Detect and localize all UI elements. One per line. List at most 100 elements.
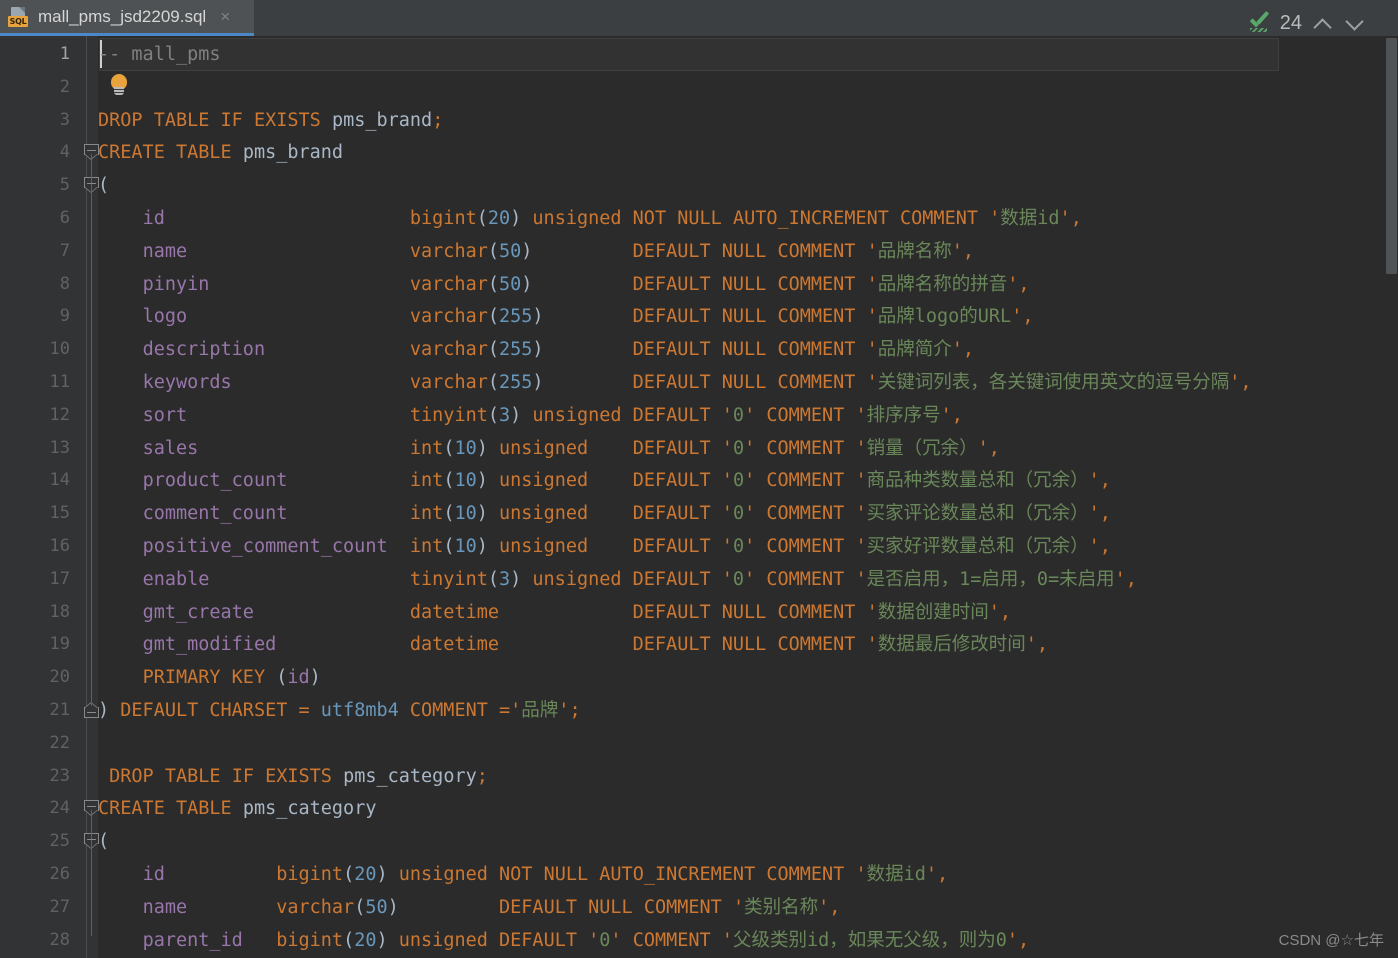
fold-region-line — [91, 154, 92, 706]
line-number[interactable]: 20 — [0, 661, 70, 694]
line-number[interactable]: 17 — [0, 563, 70, 596]
editor-line[interactable]: 16 positive_comment_count int(10) unsign… — [0, 530, 1398, 563]
line-number[interactable]: 26 — [0, 858, 70, 891]
editor-line[interactable]: 2 — [0, 71, 1398, 104]
line-number[interactable]: 3 — [0, 104, 70, 137]
editor-line[interactable]: 5( — [0, 169, 1398, 202]
editor-line[interactable]: 25 ( — [0, 825, 1398, 858]
editor-line[interactable]: 11 keywords varchar(255) DEFAULT NULL CO… — [0, 366, 1398, 399]
editor-line[interactable]: 6 id bigint(20) unsigned NOT NULL AUTO_I… — [0, 202, 1398, 235]
code-line-text[interactable]: gmt_create datetime DEFAULT NULL COMMENT… — [98, 596, 1011, 629]
line-number[interactable]: 9 — [0, 300, 70, 333]
line-number[interactable]: 28 — [0, 924, 70, 957]
code-editor[interactable]: 1 -- mall_pms 2 3 DROP TABLE IF EXISTS pms_b… — [0, 36, 1398, 958]
line-number[interactable]: 18 — [0, 596, 70, 629]
inspection-status-widget[interactable]: 24 — [1248, 6, 1366, 40]
code-line-text[interactable]: product_count int(10) unsigned DEFAULT '… — [98, 464, 1111, 497]
watermark: CSDN @☆七年 — [1278, 932, 1384, 949]
line-number[interactable]: 11 — [0, 366, 70, 399]
line-number[interactable]: 19 — [0, 628, 70, 661]
previous-problem-icon[interactable] — [1312, 12, 1334, 34]
line-number[interactable]: 23 — [0, 760, 70, 793]
editor-line[interactable]: 22 — [0, 727, 1398, 760]
line-number[interactable]: 15 — [0, 497, 70, 530]
editor-line[interactable]: 1 -- mall_pms — [0, 38, 1398, 71]
editor-line[interactable]: 10 description varchar(255) DEFAULT NULL… — [0, 333, 1398, 366]
code-line-text[interactable]: PRIMARY KEY (id) — [98, 661, 321, 694]
code-line-text[interactable]: -- mall_pms — [98, 38, 221, 71]
vertical-scrollbar[interactable] — [1384, 36, 1398, 958]
code-line-text[interactable]: id bigint(20) unsigned NOT NULL AUTO_INC… — [98, 858, 949, 891]
editor-line[interactable]: 9 logo varchar(255) DEFAULT NULL COMMENT… — [0, 300, 1398, 333]
line-number[interactable]: 5 — [0, 169, 70, 202]
line-number[interactable]: 10 — [0, 333, 70, 366]
editor-line[interactable]: 18 gmt_create datetime DEFAULT NULL COMM… — [0, 596, 1398, 629]
scrollbar-thumb[interactable] — [1386, 38, 1397, 274]
editor-line[interactable]: 15 comment_count int(10) unsigned DEFAUL… — [0, 497, 1398, 530]
code-line-text[interactable]: sales int(10) unsigned DEFAULT '0' COMME… — [98, 432, 1000, 465]
editor-line[interactable]: 12 sort tinyint(3) unsigned DEFAULT '0' … — [0, 399, 1398, 432]
code-line-text[interactable]: ( — [98, 169, 109, 202]
line-number[interactable]: 24 — [0, 792, 70, 825]
code-line-text[interactable]: keywords varchar(255) DEFAULT NULL COMME… — [98, 366, 1252, 399]
line-number[interactable]: 1 — [0, 38, 70, 71]
editor-line[interactable]: 8 pinyin varchar(50) DEFAULT NULL COMMEN… — [0, 268, 1398, 301]
line-number[interactable]: 4 — [0, 136, 70, 169]
editor-line[interactable]: 20 PRIMARY KEY (id) — [0, 661, 1398, 694]
sql-file-icon: SQL — [8, 6, 30, 28]
code-line-text[interactable]: name varchar(50) DEFAULT NULL COMMENT '类… — [98, 891, 841, 924]
code-line-text[interactable]: id bigint(20) unsigned NOT NULL AUTO_INC… — [98, 202, 1082, 235]
editor-line[interactable]: 3 DROP TABLE IF EXISTS pms_brand; — [0, 104, 1398, 137]
line-number[interactable]: 22 — [0, 727, 70, 760]
code-line-text[interactable]: parent_id bigint(20) unsigned DEFAULT '0… — [98, 924, 1030, 957]
inspection-count: 24 — [1279, 11, 1302, 34]
line-number[interactable]: 16 — [0, 530, 70, 563]
code-line-text[interactable]: enable tinyint(3) unsigned DEFAULT '0' C… — [98, 563, 1137, 596]
line-number[interactable]: 12 — [0, 399, 70, 432]
editor-line[interactable]: 7 name varchar(50) DEFAULT NULL COMMENT … — [0, 235, 1398, 268]
code-line-text[interactable]: description varchar(255) DEFAULT NULL CO… — [98, 333, 974, 366]
editor-line[interactable]: 17 enable tinyint(3) unsigned DEFAULT '0… — [0, 563, 1398, 596]
code-line-text[interactable]: DROP TABLE IF EXISTS pms_category; — [98, 760, 488, 793]
tab-title: mall_pms_jsd2209.sql — [38, 6, 207, 26]
line-number[interactable]: 7 — [0, 235, 70, 268]
editor-line[interactable]: 24 CREATE TABLE pms_category — [0, 792, 1398, 825]
editor-line[interactable]: 4 CREATE TABLE pms_brand — [0, 136, 1398, 169]
editor-tab-bar: SQL mall_pms_jsd2209.sql × — [0, 0, 1398, 36]
code-line-text[interactable]: CREATE TABLE pms_category — [98, 792, 376, 825]
line-number[interactable]: 8 — [0, 268, 70, 301]
code-line-text[interactable]: logo varchar(255) DEFAULT NULL COMMENT '… — [98, 300, 1034, 333]
code-line-text[interactable]: ( — [98, 825, 109, 858]
editor-line[interactable]: 23 DROP TABLE IF EXISTS pms_category; — [0, 760, 1398, 793]
code-line-text[interactable]: sort tinyint(3) unsigned DEFAULT '0' COM… — [98, 399, 963, 432]
code-line-text[interactable]: name varchar(50) DEFAULT NULL COMMENT '品… — [98, 235, 974, 268]
code-line-text[interactable]: DROP TABLE IF EXISTS pms_brand; — [98, 104, 443, 137]
editor-line[interactable]: 13 sales int(10) unsigned DEFAULT '0' CO… — [0, 432, 1398, 465]
line-number[interactable]: 27 — [0, 891, 70, 924]
code-line-text[interactable]: pinyin varchar(50) DEFAULT NULL COMMENT … — [98, 268, 1030, 301]
line-number[interactable]: 14 — [0, 464, 70, 497]
line-number[interactable]: 21 — [0, 694, 70, 727]
line-number[interactable]: 13 — [0, 432, 70, 465]
close-icon[interactable]: × — [220, 8, 230, 25]
tab-mall-pms-sql[interactable]: SQL mall_pms_jsd2209.sql × — [0, 0, 254, 36]
editor-line[interactable]: 27 name varchar(50) DEFAULT NULL COMMENT… — [0, 891, 1398, 924]
code-line-text[interactable]: ) DEFAULT CHARSET = utf8mb4 COMMENT ='品牌… — [98, 694, 581, 727]
line-number[interactable]: 6 — [0, 202, 70, 235]
editor-line[interactable]: 19 gmt_modified datetime DEFAULT NULL CO… — [0, 628, 1398, 661]
editor-right-margin — [1366, 36, 1384, 958]
editor-line[interactable]: 28 parent_id bigint(20) unsigned DEFAULT… — [0, 924, 1398, 957]
code-line-text[interactable]: positive_comment_count int(10) unsigned … — [98, 530, 1111, 563]
code-line-text[interactable]: gmt_modified datetime DEFAULT NULL COMME… — [98, 628, 1048, 661]
next-problem-icon[interactable] — [1344, 12, 1366, 34]
line-number[interactable]: 25 — [0, 825, 70, 858]
line-number[interactable]: 2 — [0, 71, 70, 104]
sql-badge-label: SQL — [8, 15, 28, 27]
fold-region-line — [91, 810, 92, 936]
editor-line[interactable]: 14 product_count int(10) unsigned DEFAUL… — [0, 464, 1398, 497]
code-line-text[interactable]: CREATE TABLE pms_brand — [98, 136, 343, 169]
code-line-text[interactable]: comment_count int(10) unsigned DEFAULT '… — [98, 497, 1111, 530]
editor-line[interactable]: 21 ) DEFAULT CHARSET = utf8mb4 COMMENT ='… — [0, 694, 1398, 727]
editor-line[interactable]: 26 id bigint(20) unsigned NOT NULL AUTO_… — [0, 858, 1398, 891]
green-check-icon[interactable] — [1248, 11, 1270, 34]
